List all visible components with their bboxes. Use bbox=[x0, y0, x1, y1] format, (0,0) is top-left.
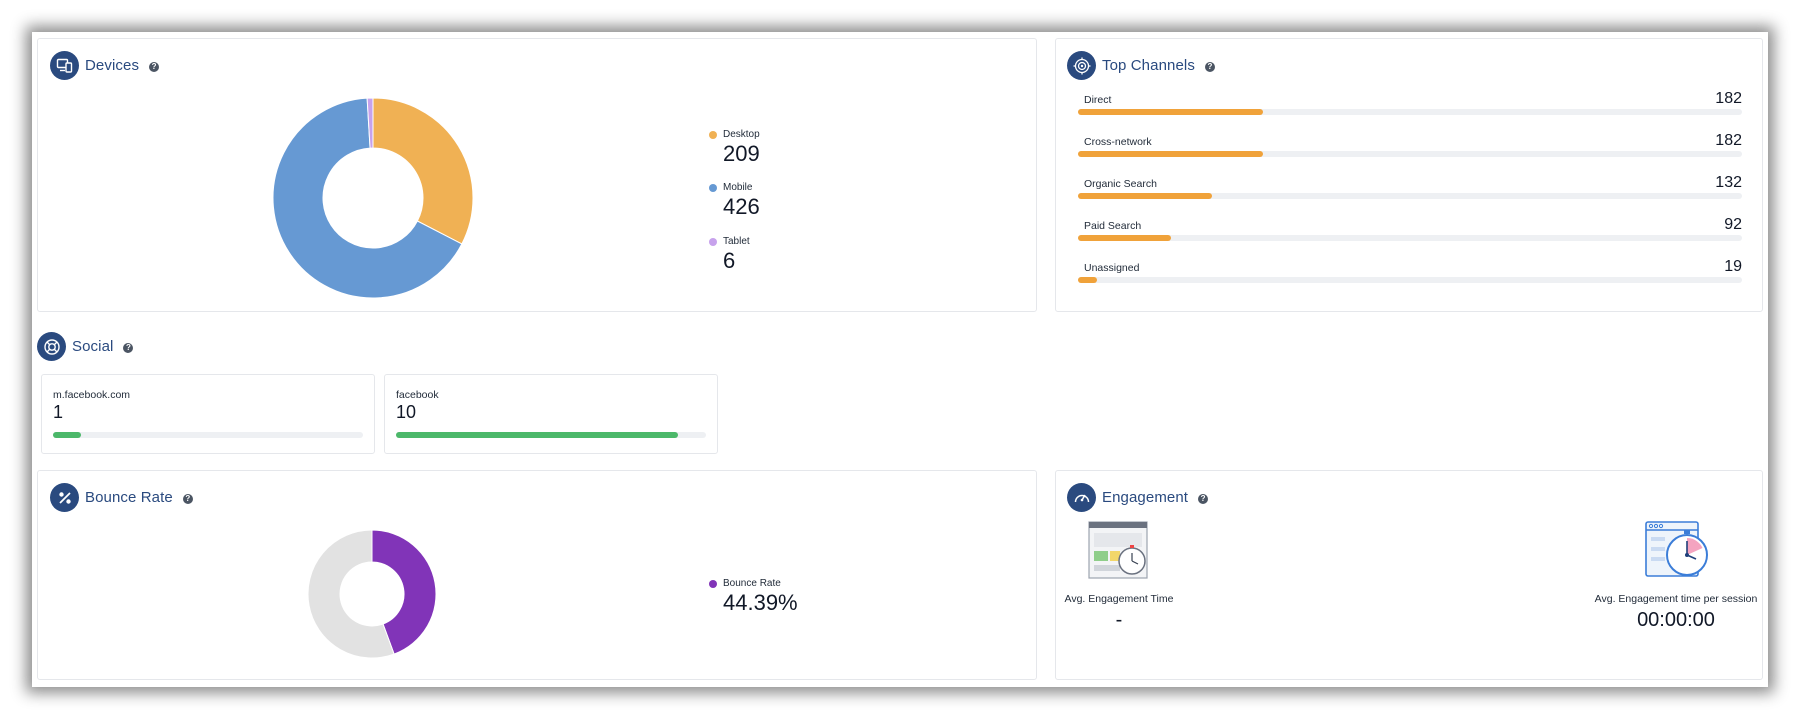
channel-label: Direct bbox=[1084, 94, 1112, 106]
social-source-value: 1 bbox=[53, 402, 64, 422]
channel-bar-track bbox=[1078, 109, 1742, 115]
target-icon bbox=[1067, 51, 1096, 80]
help-icon[interactable]: ? bbox=[182, 493, 193, 504]
channel-value: 132 bbox=[1715, 174, 1742, 191]
engagement-header: Engagement ? bbox=[1067, 483, 1209, 512]
channel-bar-track bbox=[1078, 235, 1742, 241]
bounce-rate-header: Bounce Rate ? bbox=[50, 483, 193, 512]
avg-engagement-time-label: Avg. Engagement Time bbox=[1064, 593, 1174, 605]
legend-dot bbox=[709, 237, 717, 246]
legend-label: Desktop bbox=[723, 129, 760, 140]
channel-bar bbox=[1078, 235, 1172, 241]
top-channels-header: Top Channels ? bbox=[1067, 51, 1215, 80]
devices-title: Devices bbox=[85, 57, 140, 74]
browser-stopwatch-icon bbox=[1088, 521, 1148, 579]
bounce-rate-donut-chart bbox=[307, 529, 437, 659]
lifebuoy-icon bbox=[37, 332, 66, 361]
legend-value: 426 bbox=[723, 194, 760, 219]
devices-header: Devices ? bbox=[50, 51, 160, 80]
top-channels-card: Top Channels ? Direct 182 Cross-network 182… bbox=[1055, 38, 1763, 312]
bounce-rate-legend: Bounce Rate 44.39% bbox=[709, 578, 798, 616]
legend-label: Bounce Rate bbox=[723, 578, 781, 589]
channel-bar bbox=[1078, 151, 1263, 157]
devices-icon bbox=[50, 51, 79, 80]
social-header: Social ? bbox=[37, 332, 134, 361]
help-icon[interactable]: ? bbox=[1198, 493, 1209, 504]
devices-card: Devices ? Desktop 209 Mobile 426 Tablet 6 bbox=[37, 38, 1037, 312]
social-bar bbox=[53, 432, 82, 438]
help-icon[interactable]: ? bbox=[1204, 61, 1215, 72]
bounce-rate-title: Bounce Rate bbox=[85, 489, 173, 506]
dashboard-frame: Devices ? Desktop 209 Mobile 426 Tablet 6 Top… bbox=[32, 32, 1768, 687]
channel-bar-track bbox=[1078, 193, 1742, 199]
channel-value: 182 bbox=[1715, 132, 1742, 149]
channel-bar bbox=[1078, 193, 1212, 199]
engagement-title: Engagement bbox=[1102, 489, 1189, 506]
bounce-rate-value: 44.39% bbox=[723, 590, 798, 615]
help-icon[interactable]: ? bbox=[123, 342, 134, 353]
legend-value: 209 bbox=[723, 141, 760, 166]
legend-dot bbox=[709, 183, 717, 192]
avg-engagement-per-session-label: Avg. Engagement time per session bbox=[1594, 593, 1758, 605]
channel-label: Organic Search bbox=[1084, 178, 1157, 190]
channel-bar-track bbox=[1078, 277, 1742, 283]
channel-label: Cross-network bbox=[1084, 136, 1152, 148]
legend-label: Tablet bbox=[723, 236, 750, 247]
social-bar-track bbox=[53, 432, 363, 438]
legend-dot bbox=[709, 579, 717, 588]
avg-engagement-time-value: - bbox=[1115, 609, 1123, 631]
engagement-card: Engagement ? Avg. Engagement Time - Avg.… bbox=[1055, 470, 1763, 680]
social-card[interactable]: facebook 10 bbox=[384, 374, 718, 454]
channel-value: 92 bbox=[1724, 216, 1742, 233]
avg-engagement-per-session-value: 00:00:00 bbox=[1637, 609, 1715, 631]
channel-value: 182 bbox=[1715, 90, 1742, 107]
social-source-name: facebook bbox=[396, 389, 439, 401]
social-bar-track bbox=[396, 432, 706, 438]
channel-label: Unassigned bbox=[1084, 262, 1140, 274]
bounce-rate-card: Bounce Rate ? Bounce Rate 44.39% bbox=[37, 470, 1037, 680]
legend-item-tablet: Tablet 6 bbox=[709, 236, 750, 274]
channel-bar bbox=[1078, 109, 1263, 115]
social-source-value: 10 bbox=[396, 402, 417, 422]
channel-label: Paid Search bbox=[1084, 220, 1142, 232]
speedometer-icon bbox=[1067, 483, 1096, 512]
channel-value: 19 bbox=[1724, 258, 1742, 275]
channel-bar bbox=[1078, 277, 1098, 283]
legend-dot bbox=[709, 130, 717, 139]
help-icon[interactable]: ? bbox=[149, 61, 160, 72]
slice-desktop[interactable] bbox=[372, 97, 474, 245]
percent-icon bbox=[50, 483, 79, 512]
social-source-name: m.facebook.com bbox=[53, 389, 131, 401]
legend-item-desktop: Desktop 209 bbox=[709, 129, 760, 167]
legend-label: Mobile bbox=[723, 182, 753, 193]
top-channels-title: Top Channels bbox=[1102, 57, 1195, 74]
social-bar bbox=[396, 432, 678, 438]
legend-value: 6 bbox=[723, 248, 736, 273]
social-title: Social bbox=[72, 338, 114, 355]
legend-item-mobile: Mobile 426 bbox=[709, 182, 760, 220]
devices-donut-chart bbox=[272, 97, 474, 299]
channel-bar-track bbox=[1078, 151, 1742, 157]
social-card[interactable]: m.facebook.com 1 bbox=[41, 374, 375, 454]
session-stopwatch-icon bbox=[1645, 521, 1708, 577]
